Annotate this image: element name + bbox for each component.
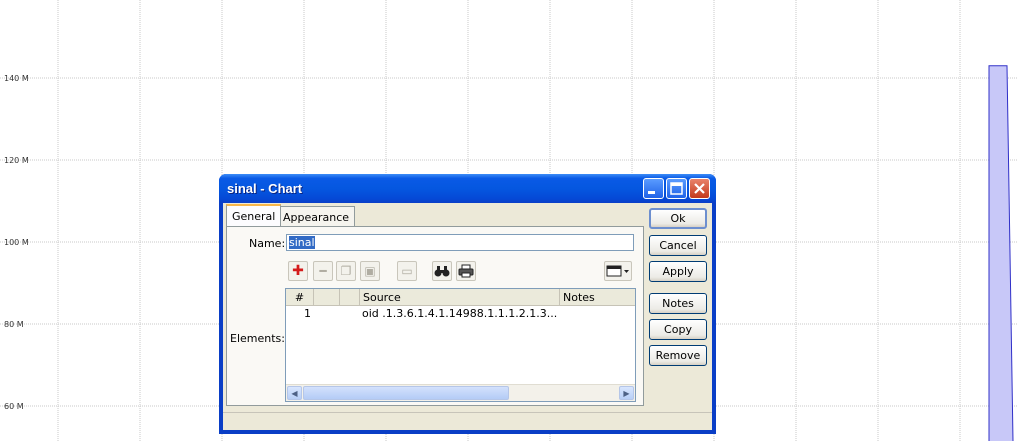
row-number: 1 [304,307,311,320]
name-input-value: sinal [289,236,315,249]
plus-icon: ✚ [292,263,304,279]
chevron-right-icon: ▶ [623,388,630,398]
y-tick-label: 60 M [4,402,24,411]
y-tick-label: 100 M [4,238,29,247]
name-input[interactable]: sinal [286,234,634,251]
chart-dialog: sinal - Chart General Appearance Name: s… [219,174,716,434]
minimize-icon [648,191,655,194]
cancel-button[interactable]: Cancel [649,235,707,256]
scrollbar-thumb[interactable] [303,386,509,400]
y-tick-label: 80 M [4,320,24,329]
close-icon [694,183,705,194]
apply-button[interactable]: Apply [649,261,707,282]
series-area [989,65,1013,441]
y-tick-label: 120 M [4,156,29,165]
elements-label: Elements: [230,332,285,345]
scroll-left-button[interactable]: ◀ [287,386,302,400]
comment-icon: ▭ [401,264,413,278]
tab-general[interactable]: General [226,204,282,226]
general-panel: Name: sinal ✚ ━ ❐ ▣ ▭ Elements: # Source… [226,226,644,406]
notes-button[interactable]: Notes [649,293,707,314]
ok-button[interactable]: Ok [649,208,707,229]
grid-header: # Source Notes [286,289,635,306]
column-header-number[interactable]: # [286,289,314,305]
close-button[interactable] [689,178,710,199]
title-bar[interactable]: sinal - Chart [219,174,716,203]
window-layout-icon [606,265,629,277]
y-tick-label: 140 M [4,74,29,83]
remove-element-button[interactable]: ━ [313,261,333,281]
maximize-icon [670,182,683,195]
columns-menu-button[interactable] [604,261,632,281]
chevron-left-icon: ◀ [291,388,298,398]
maximize-button[interactable] [666,178,687,199]
column-header-source[interactable]: Source [360,289,560,305]
find-button[interactable] [432,261,452,281]
copy-button[interactable]: Copy [649,319,707,340]
remove-button[interactable]: Remove [649,345,707,366]
window-title: sinal - Chart [227,181,303,196]
paste-icon: ▣ [364,264,376,278]
column-header-blank-1[interactable] [314,289,340,305]
tab-general-label: General [232,210,276,223]
scroll-right-button[interactable]: ▶ [619,386,634,400]
add-element-button[interactable]: ✚ [288,261,308,281]
tab-appearance[interactable]: Appearance [277,206,356,226]
minus-icon: ━ [319,264,327,278]
row-source: oid .1.3.6.1.4.1.14988.1.1.1.2.1.3... [362,307,558,320]
comment-element-button[interactable]: ▭ [397,261,417,281]
paste-element-button[interactable]: ▣ [360,261,380,281]
print-button[interactable] [456,261,476,281]
horizontal-scrollbar[interactable]: ◀ ▶ [286,384,635,401]
tab-appearance-label: Appearance [283,211,350,224]
print-icon [458,264,474,278]
copy-icon: ❐ [340,264,352,278]
column-header-notes[interactable]: Notes [560,289,635,305]
elements-grid[interactable]: # Source Notes 1 oid .1.3.6.1.4.1.14988.… [285,288,636,402]
find-icon [434,266,450,277]
status-bar [223,412,712,430]
minimize-button[interactable] [643,178,664,199]
column-header-blank-2[interactable] [340,289,360,305]
name-label: Name: [249,237,286,250]
dialog-client: General Appearance Name: sinal ✚ ━ ❐ ▣ ▭… [223,203,712,430]
copy-element-button[interactable]: ❐ [336,261,356,281]
